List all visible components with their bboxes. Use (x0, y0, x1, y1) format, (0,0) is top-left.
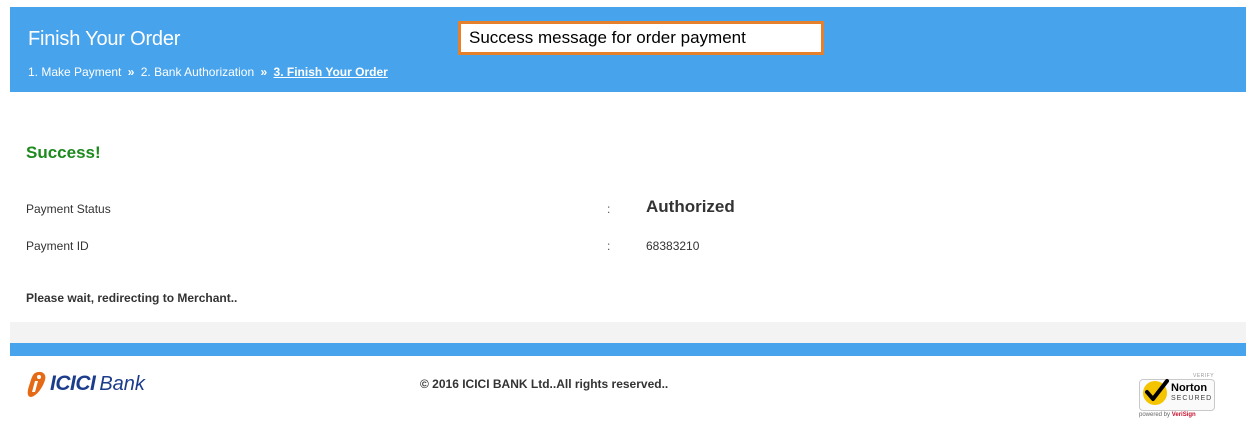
footer-divider (10, 343, 1246, 356)
redirect-message: Please wait, redirecting to Merchant.. (26, 291, 238, 305)
payment-status-value: Authorized (646, 197, 735, 216)
norton-name-text: Norton (1171, 382, 1208, 394)
norton-powered-prefix: powered by (1139, 412, 1171, 418)
norton-secured-text: SECURED (1171, 395, 1213, 402)
breadcrumb: 1. Make Payment » 2. Bank Authorization … (28, 65, 388, 79)
icici-bank-logo: ICICI Bank (26, 369, 145, 399)
norton-secured-badge[interactable]: VERIFY Norton SECURED powered by VeriSig… (1137, 373, 1219, 423)
payment-id-label: Payment ID (26, 239, 89, 253)
payment-status-colon: : (607, 202, 611, 216)
payment-id-value: 68383210 (646, 239, 700, 253)
page-title: Finish Your Order (28, 28, 181, 50)
breadcrumb-step-finish-order[interactable]: 3. Finish Your Order (274, 65, 388, 79)
icici-logo-text: ICICI (50, 372, 96, 395)
norton-powered-by: powered by VeriSign (1139, 412, 1196, 418)
norton-check-icon (1143, 379, 1169, 405)
breadcrumb-separator: » (260, 65, 268, 79)
result-panel: Success! Payment Status : Authorized Pay… (10, 92, 1246, 322)
payment-status-label: Payment Status (26, 202, 111, 216)
payment-page: Finish Your Order 1. Make Payment » 2. B… (10, 7, 1246, 426)
page-footer: ICICI Bank © 2016 ICICI BANK Ltd..All ri… (10, 356, 1246, 426)
payment-id-colon: : (607, 239, 611, 253)
breadcrumb-separator: » (127, 65, 135, 79)
annotation-callout: Success message for order payment (458, 21, 824, 55)
breadcrumb-step-make-payment: 1. Make Payment (28, 65, 122, 79)
success-heading: Success! (26, 143, 101, 162)
bank-logo-text: Bank (99, 372, 145, 395)
icici-logo-icon (26, 370, 48, 398)
verisign-brand: VeriSign (1171, 412, 1196, 418)
copyright-text: © 2016 ICICI BANK Ltd..All rights reserv… (420, 377, 669, 391)
breadcrumb-step-bank-authorization: 2. Bank Authorization (140, 65, 255, 79)
